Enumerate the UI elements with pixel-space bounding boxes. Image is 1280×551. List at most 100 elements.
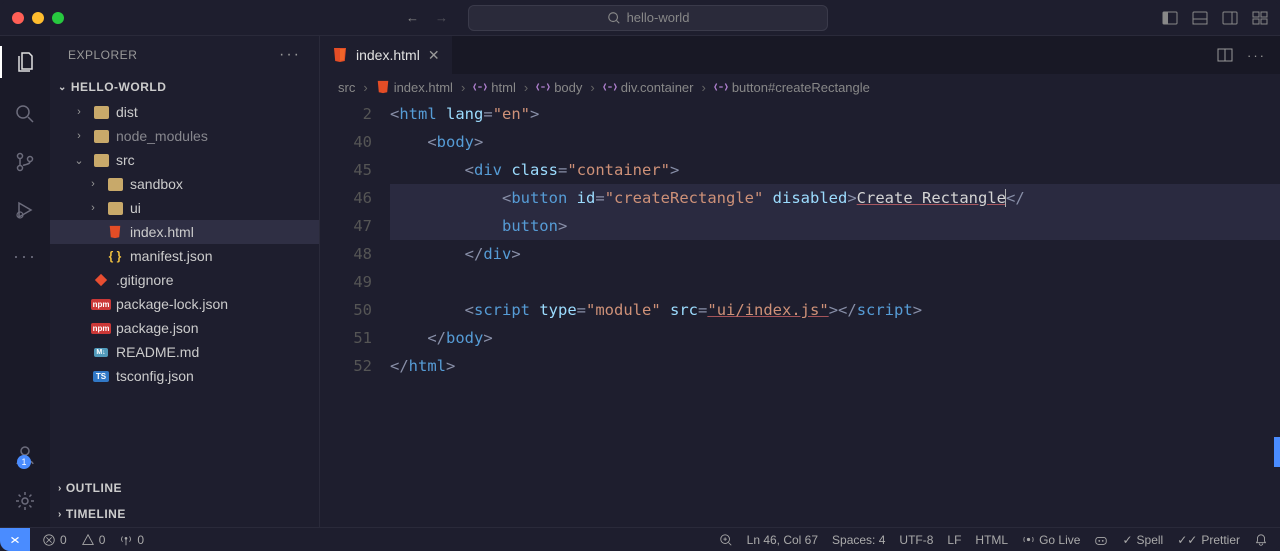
breadcrumb[interactable]: src› index.html› html› body› div.contain… (320, 74, 1280, 100)
command-center-search[interactable]: hello-world (468, 5, 828, 31)
nav-forward-button[interactable]: → (435, 10, 448, 25)
file-icon (106, 202, 124, 215)
go-live-button[interactable]: Go Live (1022, 533, 1080, 547)
file-icon (92, 273, 110, 287)
outline-section-header[interactable]: › OUTLINE (50, 475, 319, 501)
tree-item-package-lock-json[interactable]: npm package-lock.json (50, 292, 319, 316)
breadcrumb-item[interactable]: src (338, 80, 355, 95)
cursor-position[interactable]: Ln 46, Col 67 (747, 533, 818, 547)
html-file-icon (332, 47, 348, 63)
indentation[interactable]: Spaces: 4 (832, 533, 885, 547)
search-text: hello-world (627, 10, 690, 25)
ports-button[interactable]: 0 (119, 533, 144, 547)
file-name: ui (130, 200, 141, 216)
warnings-button[interactable]: 0 (81, 533, 106, 547)
status-bar: 0 0 0 Ln 46, Col 67 Spaces: 4 UTF-8 LF H… (0, 527, 1280, 551)
sidebar-more-button[interactable]: ··· (279, 46, 301, 64)
breadcrumb-item[interactable]: body (536, 80, 582, 95)
file-icon: TS (92, 371, 110, 382)
file-name: README.md (116, 344, 199, 360)
chevron-right-icon: › (58, 509, 62, 520)
tree-item-README-md[interactable]: M↓README.md (50, 340, 319, 364)
chevron-right-icon: › (72, 106, 86, 118)
code-content[interactable]: <html lang="en"> <body> <div class="cont… (390, 100, 1280, 527)
outline-label: OUTLINE (66, 481, 122, 495)
file-icon: { } (106, 249, 124, 263)
maximize-window-button[interactable] (52, 12, 64, 24)
activity-bar: ··· 1 (0, 36, 50, 527)
activity-settings[interactable] (13, 489, 37, 513)
toggle-panel-right-icon[interactable] (1222, 10, 1238, 26)
radio-tower-icon (119, 533, 133, 547)
close-window-button[interactable] (12, 12, 24, 24)
tree-item-index-html[interactable]: index.html (50, 220, 319, 244)
file-icon (92, 106, 110, 119)
notifications-button[interactable] (1254, 533, 1268, 547)
chevron-right-icon: › (524, 80, 528, 95)
tree-item--gitignore[interactable]: .gitignore (50, 268, 319, 292)
activity-explorer[interactable] (0, 46, 50, 78)
tree-item-tsconfig-json[interactable]: TStsconfig.json (50, 364, 319, 388)
language-mode[interactable]: HTML (975, 533, 1008, 547)
file-name: node_modules (116, 128, 208, 144)
warning-icon (81, 533, 95, 547)
debug-icon (13, 198, 37, 222)
file-icon (92, 154, 110, 167)
sidebar-title: EXPLORER (68, 48, 137, 62)
tab-label: index.html (356, 47, 420, 63)
activity-search[interactable] (13, 102, 37, 126)
breadcrumb-item[interactable]: button#createRectangle (714, 80, 870, 95)
timeline-label: TIMELINE (66, 507, 126, 521)
file-icon (92, 130, 110, 143)
folder-section-header[interactable]: ⌄ HELLO-WORLD (50, 74, 319, 100)
toggle-panel-bottom-icon[interactable] (1192, 10, 1208, 26)
nav-back-button[interactable]: ← (406, 10, 419, 25)
editor-more-button[interactable]: ··· (1247, 48, 1266, 63)
zoom-button[interactable] (719, 533, 733, 547)
file-name: package-lock.json (116, 296, 228, 312)
activity-accounts[interactable]: 1 (13, 443, 37, 467)
file-name: src (116, 152, 135, 168)
accounts-badge: 1 (17, 455, 31, 469)
search-icon (13, 102, 37, 126)
tree-item-sandbox[interactable]: ›sandbox (50, 172, 319, 196)
breadcrumb-item[interactable]: html (473, 80, 516, 95)
tree-item-ui[interactable]: ›ui (50, 196, 319, 220)
copilot-button[interactable] (1094, 533, 1108, 547)
remote-button[interactable] (0, 528, 30, 551)
minimap[interactable] (1240, 100, 1280, 527)
close-tab-button[interactable]: ✕ (428, 47, 440, 64)
prettier-button[interactable]: ✓✓ Prettier (1177, 533, 1240, 547)
eol[interactable]: LF (947, 533, 961, 547)
tree-item-src[interactable]: ⌄ src (50, 148, 319, 172)
chevron-down-icon: ⌄ (58, 82, 67, 93)
breadcrumb-item[interactable]: div.container (603, 80, 694, 95)
errors-button[interactable]: 0 (42, 533, 67, 547)
encoding[interactable]: UTF-8 (899, 533, 933, 547)
activity-more[interactable]: ··· (13, 246, 37, 267)
tree-item-manifest-json[interactable]: { }manifest.json (50, 244, 319, 268)
window-controls (12, 12, 64, 24)
breadcrumb-item[interactable]: index.html (376, 80, 453, 95)
tree-item-node_modules[interactable]: ›node_modules (50, 124, 319, 148)
tab-index-html[interactable]: index.html ✕ (320, 36, 453, 74)
file-icon: npm (92, 299, 110, 310)
split-editor-icon[interactable] (1217, 47, 1233, 63)
zoom-icon (719, 533, 733, 547)
activity-run-debug[interactable] (13, 198, 37, 222)
file-icon (106, 178, 124, 191)
file-name: .gitignore (116, 272, 174, 288)
git-branch-icon (13, 150, 37, 174)
code-editor[interactable]: 2404546474849505152 <html lang="en"> <bo… (320, 100, 1280, 527)
customize-layout-icon[interactable] (1252, 10, 1268, 26)
minimize-window-button[interactable] (32, 12, 44, 24)
chevron-down-icon: ⌄ (72, 154, 86, 167)
tree-item-package-json[interactable]: npmpackage.json (50, 316, 319, 340)
toggle-panel-left-icon[interactable] (1162, 10, 1178, 26)
chevron-right-icon: › (590, 80, 594, 95)
activity-source-control[interactable] (13, 150, 37, 174)
timeline-section-header[interactable]: › TIMELINE (50, 501, 319, 527)
tree-item-dist[interactable]: ›dist (50, 100, 319, 124)
gear-icon (13, 489, 37, 513)
spell-check-button[interactable]: ✓ Spell (1122, 533, 1163, 547)
